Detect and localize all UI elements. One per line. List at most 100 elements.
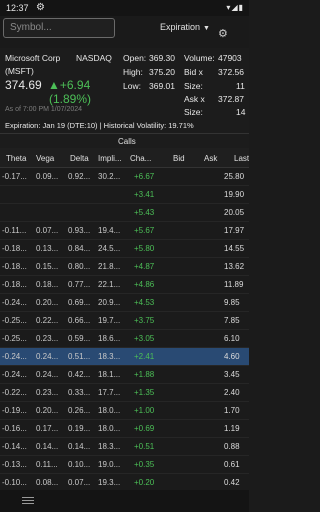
cell-delta: 0.84...	[68, 244, 91, 253]
cell-iv: 30.2...	[98, 172, 121, 181]
col-change-header[interactable]: Cha...	[130, 154, 158, 163]
cell-delta: 0.42...	[68, 370, 91, 379]
open-value: 369.30	[149, 53, 175, 63]
price-change-pct: (1.89%)	[49, 92, 92, 106]
cell-last: 3.45	[224, 370, 240, 379]
cell-delta: 0.51...	[68, 352, 91, 361]
cell-delta: 0.69...	[68, 298, 91, 307]
cell-vega: 0.24...	[36, 370, 59, 379]
cell-iv: 17.7...	[98, 388, 121, 397]
cell-delta: 0.10...	[68, 460, 91, 469]
table-row[interactable]: -0.13... 0.11... 0.10... 19.0... +0.35 0.61	[0, 456, 249, 474]
company-name: Microsoft Corp	[5, 53, 61, 63]
exchange: NASDAQ	[76, 53, 112, 63]
table-row[interactable]: -0.25... 0.23... 0.59... 18.6... +3.05 6.10	[0, 330, 249, 348]
table-row[interactable]: -0.17... 0.09... 0.92... 30.2... +6.67 25.80	[0, 168, 249, 186]
cell-iv: 19.0...	[98, 460, 121, 469]
cell-delta: 0.26...	[68, 406, 91, 415]
cell-iv: 18.3...	[98, 352, 121, 361]
table-row[interactable]: -0.24... 0.24... 0.42... 18.1... +1.88 3.45	[0, 366, 249, 384]
calls-label: Calls	[118, 137, 136, 146]
cell-delta: 0.33...	[68, 388, 91, 397]
cell-vega: 0.15...	[36, 262, 59, 271]
settings-gear-icon[interactable]: ⚙	[218, 27, 228, 40]
table-row[interactable]: -0.14... 0.14... 0.14... 18.3... +0.51 0.88	[0, 438, 249, 456]
as-of-timestamp: As of 7:00 PM 1/07/2024	[5, 106, 83, 113]
col-last-header[interactable]: Last	[234, 154, 249, 163]
status-bar: 12:37 ⚙ ▾◢▮	[0, 0, 249, 16]
ask-size-label: Size:	[184, 107, 203, 117]
cell-chg: +0.20	[134, 478, 155, 487]
status-time: 12:37	[6, 3, 29, 13]
cell-vega: 0.23...	[36, 388, 59, 397]
col-bid-header[interactable]: Bid	[173, 154, 189, 163]
cell-vega: 0.13...	[36, 244, 59, 253]
cell-last: 0.42	[224, 478, 240, 487]
calls-section-header: Calls	[0, 134, 249, 148]
cell-delta: 0.14...	[68, 442, 91, 451]
table-row[interactable]: -0.11... 0.07... 0.93... 19.4... +5.67 17.97	[0, 222, 249, 240]
table-row[interactable]: -0.10... 0.08... 0.07... 19.3... +0.20 0.42	[0, 474, 249, 490]
expiration-dropdown[interactable]: Expiration ▼	[160, 22, 210, 32]
hamburger-menu-icon[interactable]	[22, 497, 34, 505]
cell-iv: 18.6...	[98, 334, 121, 343]
cell-theta: -0.18...	[2, 280, 27, 289]
col-delta-header[interactable]: Delta	[70, 154, 96, 163]
cell-chg: +0.51	[134, 442, 155, 451]
table-row[interactable]: +5.43 20.05	[0, 204, 249, 222]
cell-theta: -0.10...	[2, 478, 27, 487]
cell-last: 13.62	[224, 262, 245, 271]
expiration-label: Expiration	[160, 22, 201, 32]
bid-value: 372.56	[218, 67, 244, 77]
status-icons: ▾◢▮	[226, 3, 244, 12]
table-row[interactable]: -0.19... 0.20... 0.26... 18.0... +1.00 1.70	[0, 402, 249, 420]
high-label: High:	[123, 67, 143, 77]
table-row[interactable]: -0.25... 0.22... 0.66... 19.7... +3.75 7.85	[0, 312, 249, 330]
cell-delta: 0.07...	[68, 478, 91, 487]
table-row[interactable]: -0.18... 0.18... 0.77... 22.1... +4.86 11.89	[0, 276, 249, 294]
table-row[interactable]: +3.41 19.90	[0, 186, 249, 204]
cell-theta: -0.25...	[2, 334, 27, 343]
cell-last: 4.60	[224, 352, 240, 361]
cell-theta: -0.24...	[2, 352, 27, 361]
cell-chg: +4.53	[134, 298, 155, 307]
cell-vega: 0.08...	[36, 478, 59, 487]
cell-iv: 19.7...	[98, 316, 121, 325]
cell-iv: 22.1...	[98, 280, 121, 289]
app-header: Symbol... Expiration ▼ ⚙	[0, 16, 249, 48]
table-row[interactable]: -0.24... 0.20... 0.69... 20.9... +4.53 9.85	[0, 294, 249, 312]
cell-chg: +1.88	[134, 370, 155, 379]
chevron-down-icon: ▼	[203, 25, 210, 32]
col-theta-header[interactable]: Theta	[6, 154, 32, 163]
cell-iv: 24.5...	[98, 244, 121, 253]
cell-iv: 19.4...	[98, 226, 121, 235]
table-row[interactable]: -0.22... 0.23... 0.33... 17.7... +1.35 2.40	[0, 384, 249, 402]
cell-theta: -0.11...	[2, 226, 27, 235]
cell-delta: 0.19...	[68, 424, 91, 433]
table-row[interactable]: -0.18... 0.15... 0.80... 21.8... +4.87 13.62	[0, 258, 249, 276]
cell-vega: 0.20...	[36, 406, 59, 415]
col-implied-vol-header[interactable]: Impli...	[98, 154, 126, 163]
cell-last: 1.70	[224, 406, 240, 415]
col-ask-header[interactable]: Ask	[204, 154, 220, 163]
cell-last: 2.40	[224, 388, 240, 397]
cell-chg: +5.67	[134, 226, 155, 235]
low-value: 369.01	[149, 81, 175, 91]
cell-delta: 0.92...	[68, 172, 91, 181]
bid-size-value: 11	[236, 81, 245, 91]
table-row[interactable]: -0.16... 0.17... 0.19... 18.0... +0.69 1.19	[0, 420, 249, 438]
cell-vega: 0.22...	[36, 316, 59, 325]
cell-vega: 0.11...	[36, 460, 58, 469]
bid-label: Bid x	[184, 67, 203, 77]
symbol-search-input[interactable]: Symbol...	[3, 18, 115, 38]
col-vega-header[interactable]: Vega	[36, 154, 62, 163]
status-gear-icon: ⚙	[36, 2, 45, 13]
cell-vega: 0.20...	[36, 298, 59, 307]
cell-last: 14.55	[224, 244, 245, 253]
cell-vega: 0.18...	[36, 280, 59, 289]
cell-chg: +5.43	[134, 208, 155, 217]
cell-theta: -0.24...	[2, 370, 27, 379]
table-row[interactable]: -0.24... 0.24... 0.51... 18.3... +2.41 4.60	[0, 348, 249, 366]
table-row[interactable]: -0.18... 0.13... 0.84... 24.5... +5.80 14.55	[0, 240, 249, 258]
volume-value: 47903	[218, 53, 242, 63]
